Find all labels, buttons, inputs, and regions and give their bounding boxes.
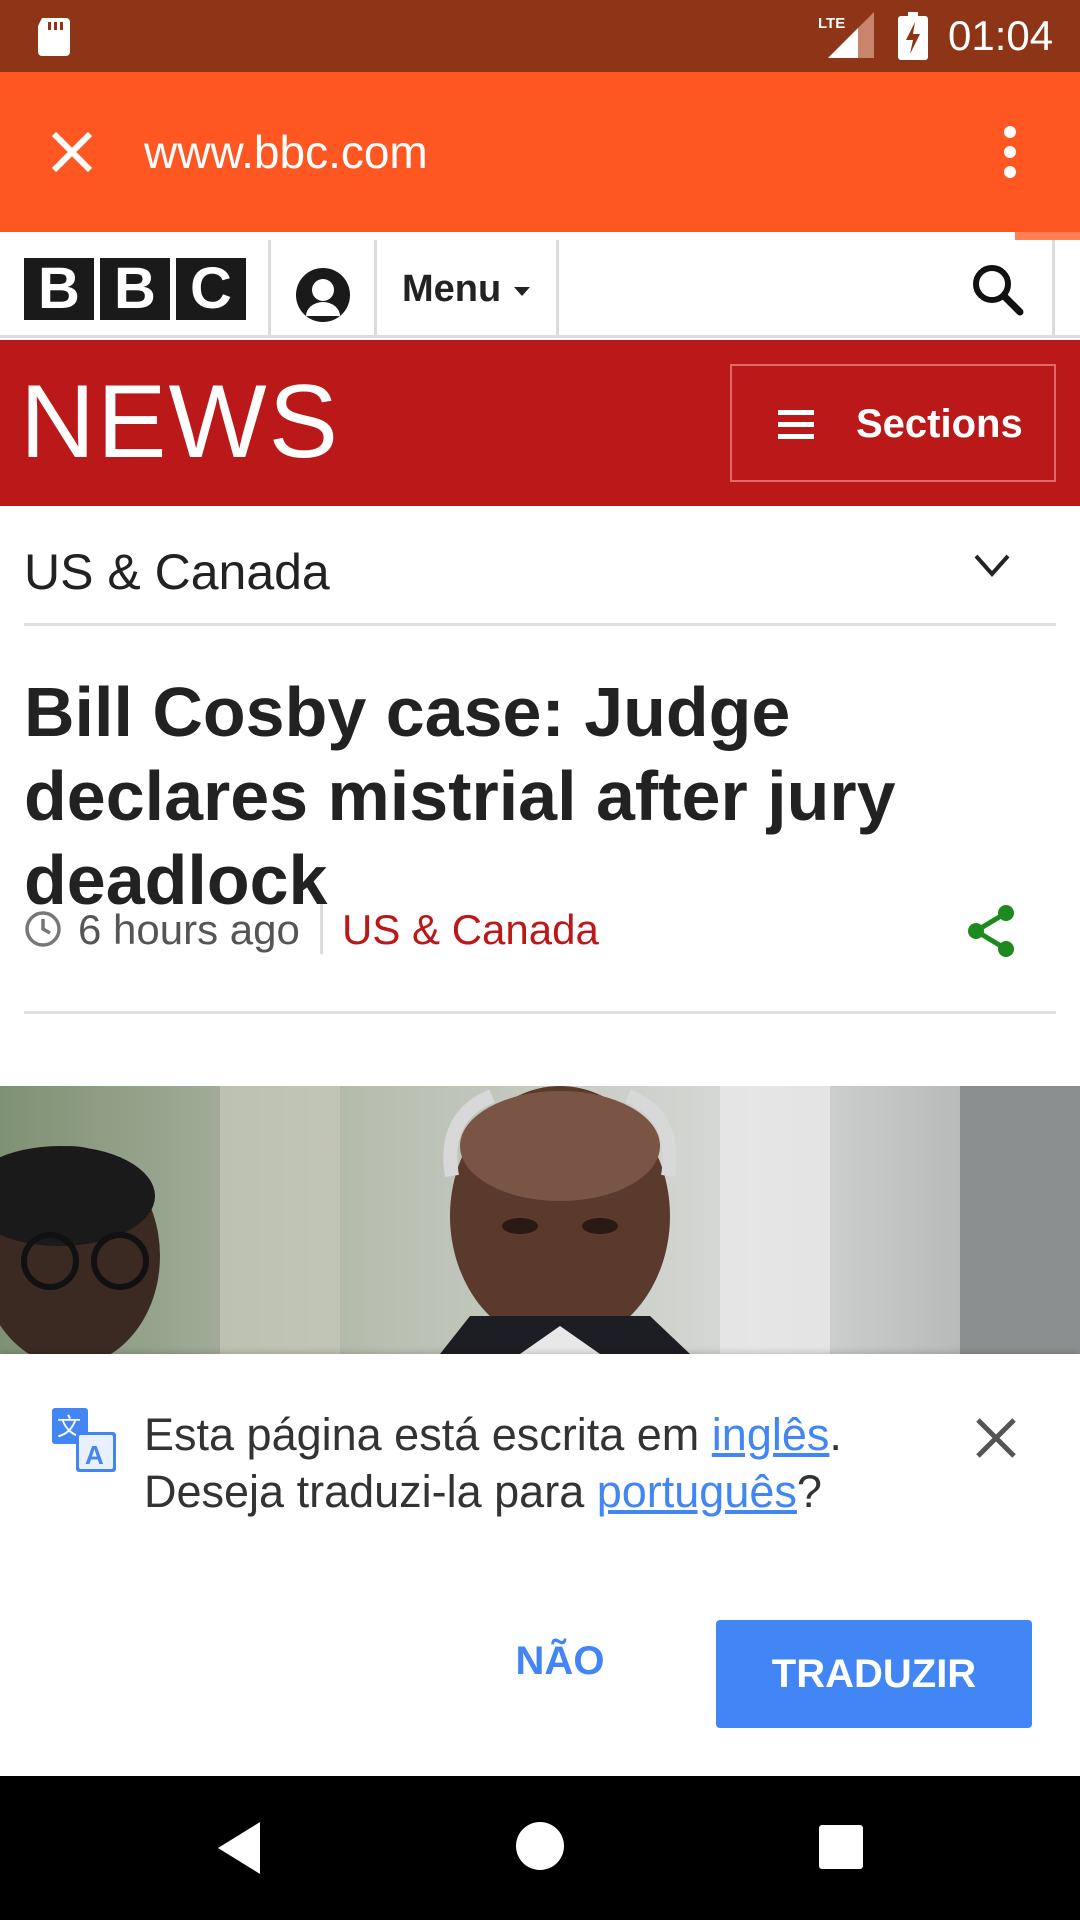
close-tab-icon[interactable] bbox=[36, 120, 108, 184]
sections-label: Sections bbox=[856, 402, 1023, 446]
menu-button[interactable]: Menu bbox=[402, 266, 501, 312]
status-clock: 01:04 bbox=[948, 12, 1054, 59]
home-icon[interactable] bbox=[514, 1820, 566, 1872]
masthead-divider bbox=[374, 240, 377, 338]
account-icon[interactable] bbox=[292, 264, 354, 322]
close-icon[interactable] bbox=[972, 1414, 1020, 1462]
page-load-progress bbox=[0, 232, 1015, 240]
browser-toolbar: www.bbc.com bbox=[0, 72, 1080, 232]
status-bar: LTE 01:04 bbox=[0, 0, 1080, 72]
clock-icon bbox=[25, 911, 61, 947]
masthead-divider bbox=[1052, 240, 1055, 338]
translate-message: Esta página está escrita em inglês. Dese… bbox=[144, 1406, 944, 1520]
hamburger-icon bbox=[778, 410, 814, 439]
translate-message-text: . bbox=[829, 1409, 842, 1460]
share-icon[interactable] bbox=[964, 902, 1018, 960]
bbc-logo-block: C bbox=[176, 258, 246, 320]
decline-translate-button[interactable]: NÃO bbox=[488, 1620, 632, 1702]
news-wordmark[interactable]: NEWS bbox=[20, 362, 340, 482]
more-options-icon[interactable] bbox=[990, 120, 1030, 184]
bbc-logo-block: B bbox=[100, 258, 170, 320]
back-icon[interactable] bbox=[216, 1820, 264, 1876]
translate-message-text: Deseja traduzi-la para bbox=[144, 1466, 597, 1517]
article-headline: Bill Cosby case: Judge declares mistrial… bbox=[24, 673, 896, 919]
page-load-progress-remainder bbox=[1015, 232, 1080, 240]
network-type-label: LTE bbox=[818, 15, 845, 32]
chevron-down-icon bbox=[974, 554, 1010, 578]
news-bar: NEWS Sections bbox=[0, 340, 1080, 506]
sections-button[interactable]: Sections bbox=[730, 364, 1056, 482]
article-photo bbox=[0, 1086, 1080, 1354]
translate-prompt: 文 A Esta página está escrita em inglês. … bbox=[0, 1354, 1080, 1776]
bbc-logo-block: B bbox=[24, 258, 94, 320]
section-title: US & Canada bbox=[24, 544, 330, 600]
article-timestamp: 6 hours ago bbox=[78, 906, 300, 953]
masthead-divider bbox=[268, 240, 271, 338]
translate-message-text: ? bbox=[796, 1466, 822, 1517]
search-icon[interactable] bbox=[970, 262, 1026, 318]
translate-icon: 文 A bbox=[52, 1408, 116, 1472]
chevron-down-icon bbox=[514, 287, 530, 296]
sd-card-icon bbox=[38, 18, 70, 56]
lte-signal-icon: LTE bbox=[818, 12, 874, 58]
url-text[interactable]: www.bbc.com bbox=[144, 124, 428, 180]
recent-apps-icon[interactable] bbox=[818, 1824, 864, 1870]
masthead-divider bbox=[556, 240, 559, 338]
article-meta: 6 hours ago US & Canada bbox=[24, 898, 1056, 1014]
translate-message-text: Esta página está escrita em bbox=[144, 1409, 712, 1460]
battery-charging-icon bbox=[898, 12, 928, 60]
section-dropdown[interactable]: US & Canada bbox=[24, 506, 1056, 626]
svg-text:A: A bbox=[85, 1440, 104, 1470]
bbc-logo[interactable]: B B C bbox=[24, 258, 246, 320]
target-language-link[interactable]: português bbox=[597, 1466, 797, 1517]
article-section-link[interactable]: US & Canada bbox=[342, 904, 599, 956]
bbc-masthead: B B C Menu bbox=[0, 240, 1080, 338]
system-nav-bar bbox=[0, 1776, 1080, 1920]
meta-divider bbox=[320, 904, 323, 954]
source-language-link[interactable]: inglês bbox=[712, 1409, 830, 1460]
translate-button[interactable]: TRADUZIR bbox=[716, 1620, 1032, 1728]
